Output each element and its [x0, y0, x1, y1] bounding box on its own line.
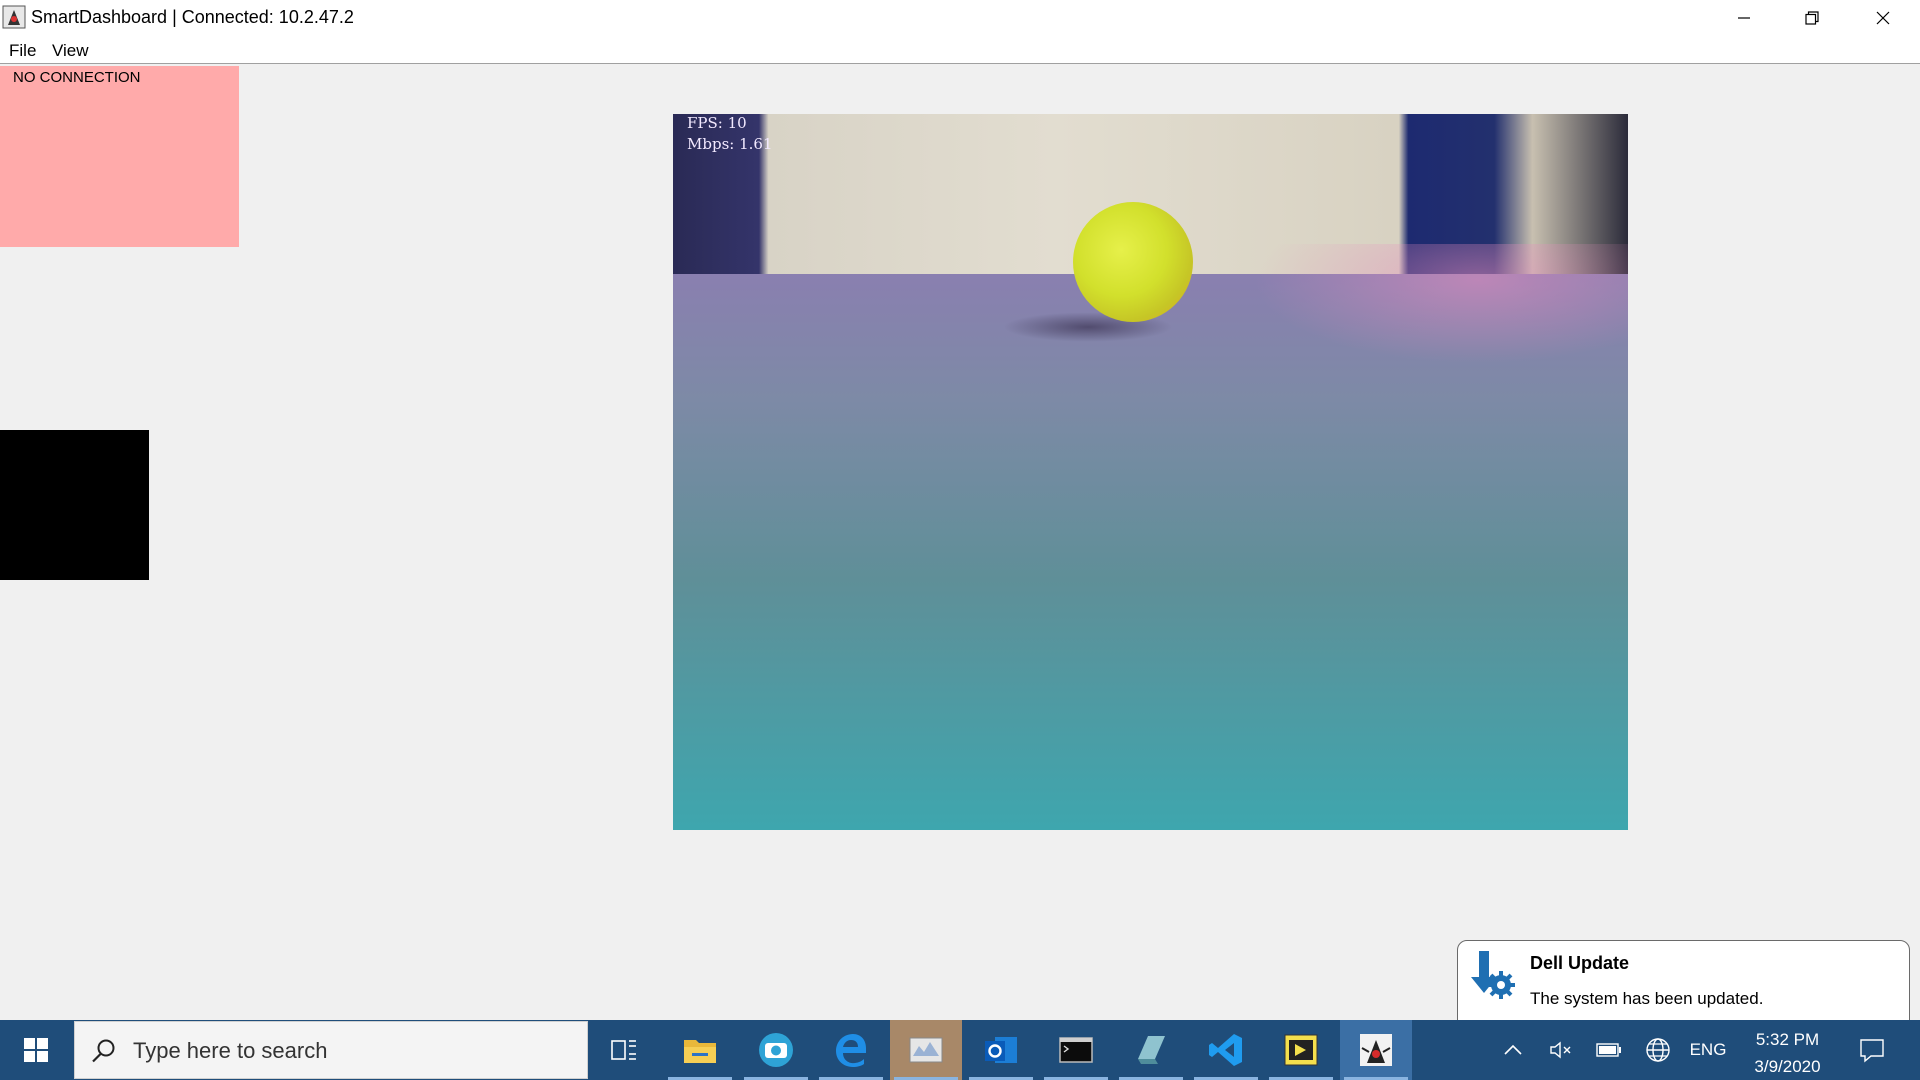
minimize-icon: [1738, 16, 1750, 19]
notification-title: Dell Update: [1530, 953, 1630, 973]
task-view-button[interactable]: [588, 1020, 660, 1080]
search-icon: [92, 1039, 115, 1063]
clock-date: 3/9/2020: [1754, 1057, 1821, 1076]
taskbar-terminal[interactable]: [1040, 1020, 1112, 1080]
java-duke-icon: [2, 5, 26, 29]
taskbar-edge[interactable]: [815, 1020, 887, 1080]
search-placeholder: Type here to search: [133, 1038, 328, 1063]
taskbar-file-explorer[interactable]: [664, 1020, 736, 1080]
taskbar: Type here to search ENG 5:32 PM 3/9/2020: [0, 1020, 1920, 1080]
tray-battery-button[interactable]: [1589, 1020, 1629, 1080]
mbps-label: Mbps: 1.61: [687, 135, 773, 153]
tray-overflow-button[interactable]: [1497, 1020, 1529, 1080]
taskbar-labview[interactable]: [1265, 1020, 1337, 1080]
tray-network-button[interactable]: [1640, 1020, 1676, 1080]
camera-app-icon: [759, 1033, 793, 1067]
taskbar-search-box[interactable]: Type here to search: [74, 1021, 588, 1079]
camera-floor-glow: [1253, 244, 1628, 364]
window-title: SmartDashboard | Connected: 10.2.47.2: [31, 7, 354, 27]
tray-volume-button[interactable]: [1543, 1020, 1579, 1080]
restore-icon: [1805, 10, 1819, 25]
menu-bar: File View: [0, 35, 1920, 64]
battery-icon: [1596, 1043, 1621, 1057]
menu-view[interactable]: View: [52, 41, 89, 61]
file-explorer-icon: [684, 1040, 716, 1063]
globe-icon: [1646, 1038, 1670, 1062]
edge-icon: [836, 1034, 866, 1067]
yellow-ball: [1073, 202, 1193, 322]
vscode-icon: [1209, 1034, 1242, 1066]
windows-logo-icon: [24, 1038, 48, 1062]
restore-button[interactable]: [1778, 0, 1846, 35]
taskbar-camera-app[interactable]: [740, 1020, 812, 1080]
taskbar-driver-station[interactable]: [890, 1020, 962, 1080]
action-center-icon: [1860, 1039, 1884, 1063]
labview-icon: [1284, 1034, 1318, 1066]
action-center-button[interactable]: [1850, 1020, 1894, 1080]
status-widget[interactable]: [0, 430, 149, 580]
language-label: ENG: [1689, 1040, 1727, 1059]
connection-indicator[interactable]: NO CONNECTION: [0, 66, 239, 247]
minimize-button[interactable]: [1710, 0, 1778, 35]
close-button[interactable]: [1849, 0, 1917, 35]
taskbar-smartdashboard[interactable]: [1340, 1020, 1412, 1080]
connection-status-label: NO CONNECTION: [13, 69, 141, 86]
close-icon: [1876, 11, 1890, 24]
tray-language-button[interactable]: ENG: [1684, 1020, 1732, 1080]
taskbar-clock[interactable]: 5:32 PM 3/9/2020: [1735, 1026, 1840, 1080]
smartdashboard-java-icon: [1360, 1034, 1392, 1066]
gradle-icon: [1138, 1036, 1165, 1064]
taskbar-outlook[interactable]: [965, 1020, 1037, 1080]
notification-body: The system has been updated.: [1530, 989, 1764, 1008]
terminal-icon: [1059, 1037, 1093, 1063]
outlook-icon: [985, 1037, 1017, 1063]
taskbar-gradle[interactable]: [1115, 1020, 1187, 1080]
clock-time: 5:32 PM: [1755, 1030, 1820, 1049]
volume-muted-icon: [1550, 1041, 1571, 1059]
fps-label: FPS: 10: [687, 114, 747, 132]
dell-update-gear-icon: [1471, 951, 1515, 999]
title-bar: SmartDashboard | Connected: 10.2.47.2: [0, 0, 1920, 35]
menu-file[interactable]: File: [9, 41, 36, 61]
camera-stream[interactable]: FPS: 10 Mbps: 1.61: [673, 114, 1628, 830]
driver-station-icon: [909, 1037, 943, 1063]
chevron-up-icon: [1504, 1044, 1522, 1055]
taskbar-vscode[interactable]: [1190, 1020, 1262, 1080]
start-button[interactable]: [0, 1020, 72, 1080]
task-view-icon: [611, 1040, 636, 1060]
